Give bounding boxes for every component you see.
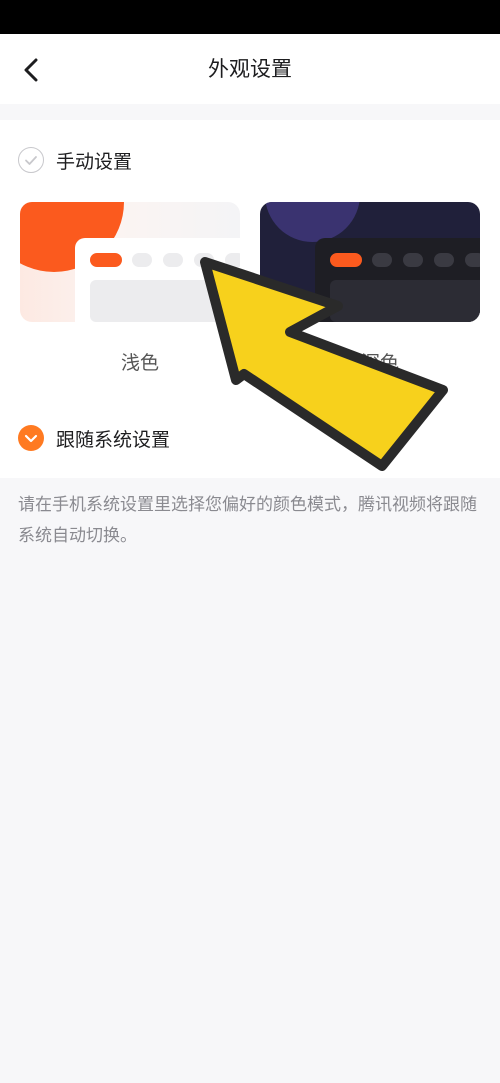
page-title: 外观设置 (208, 57, 292, 81)
dark-preview-bar (330, 280, 480, 322)
back-button[interactable] (12, 48, 52, 90)
chevron-left-icon (24, 58, 38, 82)
follow-system-label: 跟随系统设置 (56, 428, 171, 451)
status-bar (0, 0, 500, 34)
section-gap (0, 104, 500, 120)
light-preview-dot (163, 253, 183, 267)
manual-setting-label: 手动设置 (56, 150, 133, 173)
dark-preview-blob (265, 202, 360, 242)
light-preview-dot (225, 253, 240, 267)
dark-preview-dot (372, 253, 392, 267)
dark-preview-panel (315, 238, 480, 322)
dark-preview-dot (465, 253, 480, 267)
checked-radio-icon[interactable] (18, 425, 44, 451)
manual-setting-option[interactable]: 手动设置 (18, 145, 132, 175)
dark-preview-pill (330, 253, 362, 267)
light-theme-label: 浅色 (120, 352, 159, 374)
appearance-options-card: 手动设置 浅色 深色 跟随系统设置 (0, 120, 500, 478)
dark-theme-preview[interactable] (260, 202, 480, 322)
navigation-bar: 外观设置 (0, 34, 500, 104)
follow-system-option[interactable]: 跟随系统设置 (18, 423, 170, 453)
light-preview-bar (90, 280, 240, 322)
unchecked-radio-icon[interactable] (18, 147, 44, 173)
light-preview-panel (75, 238, 240, 322)
light-theme-preview[interactable] (20, 202, 240, 322)
light-preview-dot (194, 253, 214, 267)
dark-theme-label: 深色 (360, 352, 399, 374)
dark-preview-dot (403, 253, 423, 267)
follow-system-description: 请在手机系统设置里选择您偏好的颜色模式，腾讯视频将跟随系统自动切换。 (18, 495, 477, 546)
light-preview-dot (132, 253, 152, 267)
light-preview-pill (90, 253, 122, 267)
dark-preview-dot (434, 253, 454, 267)
